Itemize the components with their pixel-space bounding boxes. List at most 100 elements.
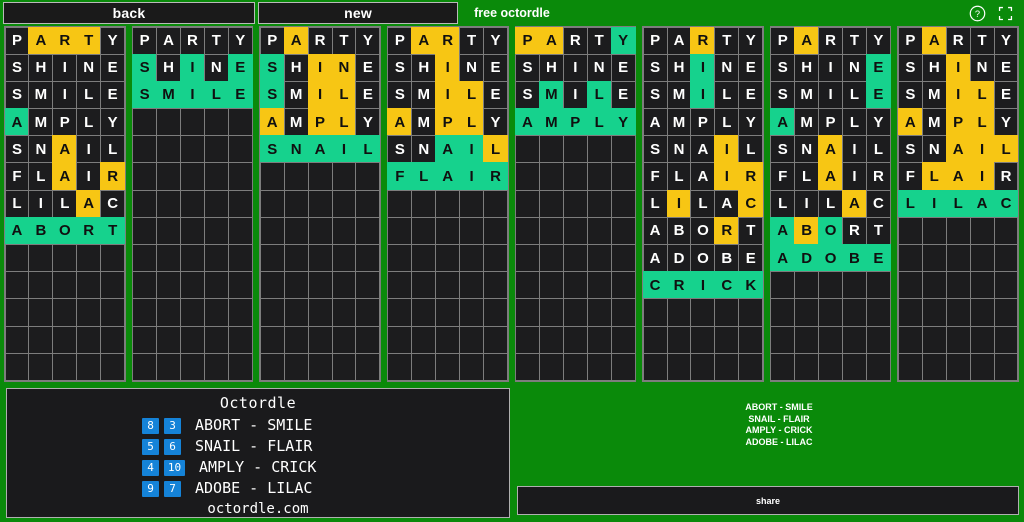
tile-empty <box>4 271 30 300</box>
tile-empty <box>738 298 764 327</box>
tile: E <box>610 53 636 82</box>
tile: A <box>435 162 461 191</box>
tile: C <box>738 189 764 218</box>
score-badge-right: 7 <box>164 480 181 497</box>
tile-empty <box>387 244 413 273</box>
tile-empty <box>307 162 333 191</box>
tile: S <box>4 53 30 82</box>
tile-empty <box>515 216 540 245</box>
share-button[interactable]: share <box>517 486 1019 515</box>
tile-empty <box>538 325 564 354</box>
tile-empty <box>969 216 995 245</box>
tile-empty <box>179 162 205 191</box>
tile-empty <box>203 108 229 137</box>
tile-empty <box>227 189 253 218</box>
tile-empty <box>794 352 820 381</box>
tile: L <box>642 189 668 218</box>
tile: H <box>283 53 309 82</box>
tile: M <box>921 108 947 137</box>
tile-empty <box>76 271 102 300</box>
tile: S <box>515 80 540 110</box>
fullscreen-icon[interactable] <box>997 5 1014 22</box>
tile-empty <box>259 162 285 191</box>
summary-word-list: ABORT - SMILE SNAIL - FLAIR AMPLY - CRICK A… <box>514 388 1022 486</box>
result-words: SNAIL - FLAIR <box>195 437 313 455</box>
tile: A <box>52 162 78 191</box>
tile: E <box>483 53 508 82</box>
tile-empty <box>945 216 971 245</box>
tile: P <box>259 26 285 55</box>
tile-empty <box>179 298 205 327</box>
tile: F <box>642 162 668 191</box>
tile-empty <box>586 216 612 245</box>
tile-empty <box>483 271 508 300</box>
tile-empty <box>562 325 588 354</box>
tile-empty <box>690 352 716 381</box>
tile-empty <box>842 298 867 327</box>
tile: L <box>4 189 30 218</box>
tile: S <box>642 53 668 82</box>
tile-empty <box>28 352 54 381</box>
tile-empty <box>610 244 636 273</box>
tile-empty <box>283 298 309 327</box>
tile-empty <box>794 325 820 354</box>
tile-empty <box>227 216 253 245</box>
tile-empty <box>283 244 309 273</box>
tile-empty <box>179 108 205 137</box>
tile: A <box>945 135 971 164</box>
tile: I <box>52 80 78 110</box>
new-game-button[interactable]: new <box>258 2 458 24</box>
tile-empty <box>259 325 285 354</box>
tile-empty <box>203 216 229 245</box>
board-6: PARTYSHINESMILEAMPLYSNAILFLAIRLILACABORT… <box>642 26 764 382</box>
tile-empty <box>307 216 333 245</box>
tile-empty <box>610 325 636 354</box>
tile: T <box>203 26 229 55</box>
tile: A <box>259 108 285 137</box>
tile-empty <box>610 135 636 164</box>
tile-empty <box>642 298 668 327</box>
tile-empty <box>259 352 285 381</box>
tile: N <box>411 135 437 164</box>
tile-empty <box>459 352 485 381</box>
result-row: 5 6 SNAIL - FLAIR <box>142 436 374 457</box>
tile: S <box>259 80 285 110</box>
tile-empty <box>666 325 692 354</box>
tile: Y <box>738 26 764 55</box>
back-button[interactable]: back <box>3 2 255 24</box>
tile-empty <box>259 244 285 273</box>
summary-panel: ABORT - SMILE SNAIL - FLAIR AMPLY - CRICK A… <box>514 388 1022 518</box>
header-icon-group: ? <box>969 5 1024 22</box>
tile: I <box>714 162 740 191</box>
tile: A <box>642 216 668 245</box>
tile-empty <box>387 352 413 381</box>
tile: L <box>586 108 612 137</box>
tile: I <box>76 135 102 164</box>
tile-empty <box>259 271 285 300</box>
tile-empty <box>770 298 796 327</box>
tile-empty <box>993 271 1019 300</box>
score-badge-right: 3 <box>164 417 181 434</box>
tile: R <box>100 162 126 191</box>
tile-empty <box>483 244 508 273</box>
tile-empty <box>562 298 588 327</box>
tile: N <box>203 53 229 82</box>
tile: I <box>331 135 357 164</box>
tile: Y <box>355 108 381 137</box>
tile-empty <box>76 244 102 273</box>
tile: R <box>666 271 692 300</box>
tile-empty <box>435 216 461 245</box>
tile-empty <box>714 325 740 354</box>
question-circle-icon[interactable]: ? <box>969 5 986 22</box>
tile-empty <box>610 162 636 191</box>
tile-empty <box>203 135 229 164</box>
tile-empty <box>283 162 309 191</box>
tile-empty <box>562 162 588 191</box>
tile-empty <box>515 162 540 191</box>
tile: L <box>459 80 485 110</box>
tile: M <box>156 80 181 110</box>
tile-empty <box>993 216 1019 245</box>
tile-empty <box>227 298 253 327</box>
tile-empty <box>897 298 923 327</box>
tile-empty <box>132 325 158 354</box>
